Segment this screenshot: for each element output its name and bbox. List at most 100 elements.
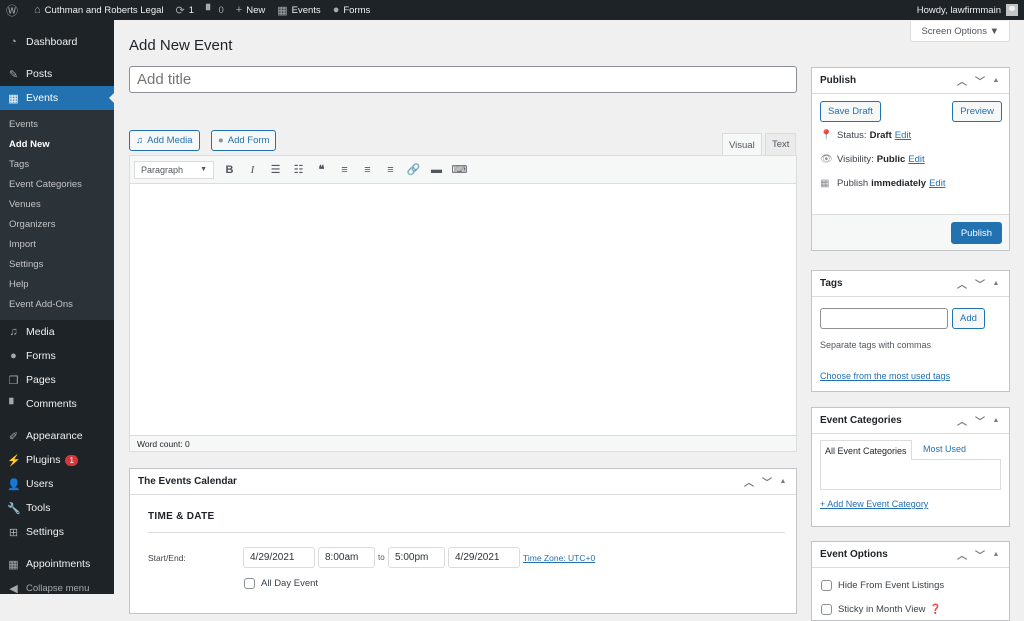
sticky-checkbox[interactable]	[821, 604, 832, 615]
align-right-button[interactable]: ≡	[379, 160, 402, 180]
sidebar-item-settings[interactable]: ⊞ Settings	[0, 520, 114, 544]
sidebar-item-media[interactable]: ♫ Media	[0, 320, 114, 344]
preview-button[interactable]: Preview	[952, 101, 1002, 122]
tab-most-used[interactable]: Most Used	[923, 444, 966, 454]
italic-button[interactable]: I	[241, 160, 264, 180]
sidebar-item-forms[interactable]: ● Forms	[0, 344, 114, 368]
collapse-toggle-icon[interactable]: ▲	[989, 77, 1003, 84]
bold-button[interactable]: B	[218, 160, 241, 180]
editor-body[interactable]	[130, 184, 796, 436]
numbered-list-button[interactable]: ☷	[287, 160, 310, 180]
site-name-menu[interactable]: ⌂ Cuthman and Roberts Legal	[28, 0, 169, 20]
submenu-tags[interactable]: Tags	[0, 154, 114, 174]
sidebar-item-tools[interactable]: 🔧 Tools	[0, 496, 114, 520]
sidebar-item-label: Tools	[26, 502, 51, 514]
sidebar-item-appointments[interactable]: ▦ Appointments	[0, 552, 114, 576]
move-down-icon[interactable]: ﹀	[971, 547, 989, 562]
events-menu[interactable]: ▦ Events	[271, 0, 326, 20]
move-up-icon[interactable]: ︿	[953, 73, 971, 88]
add-tag-button[interactable]: Add	[952, 308, 985, 329]
screen-options-button[interactable]: Screen Options ▼	[910, 21, 1010, 42]
updates-menu[interactable]: ⟳ 1	[170, 0, 201, 20]
submenu-venues[interactable]: Venues	[0, 194, 114, 214]
editor-toolbar: Paragraph ▼ B I ☰ ☷ ❝ ≡ ≡ ≡ 🔗 ▬ ⌨	[130, 156, 796, 184]
new-label: New	[246, 4, 266, 16]
all-day-event-option[interactable]: All Day Event	[244, 578, 318, 589]
sidebar-item-pages[interactable]: ❐ Pages	[0, 368, 114, 392]
add-media-button[interactable]: ♫ Add Media	[129, 130, 200, 151]
move-up-icon[interactable]: ︿	[740, 474, 758, 489]
sidebar-item-users[interactable]: 👤 Users	[0, 472, 114, 496]
end-time-input[interactable]: 5:00pm	[388, 547, 445, 568]
sidebar-item-events[interactable]: ▦ Events	[0, 86, 114, 110]
read-more-button[interactable]: ▬	[425, 160, 448, 180]
hide-from-listings-option[interactable]: Hide From Event Listings	[821, 580, 944, 591]
add-form-button[interactable]: ● Add Form	[211, 130, 277, 151]
start-time-input[interactable]: 8:00am	[318, 547, 375, 568]
sidebar-item-plugins[interactable]: ⚡ Plugins 1	[0, 448, 114, 472]
start-date-input[interactable]: 4/29/2021	[243, 547, 315, 568]
publish-button[interactable]: Publish	[950, 222, 1002, 244]
move-down-icon[interactable]: ﹀	[971, 276, 989, 291]
submenu-event-add-ons[interactable]: Event Add-Ons	[0, 294, 114, 314]
event-options-box: Event Options ︿ ﹀ ▲ Hide From Event Listin…	[811, 541, 1010, 621]
align-center-button[interactable]: ≡	[356, 160, 379, 180]
submenu-import[interactable]: Import	[0, 234, 114, 254]
new-content-menu[interactable]: + New	[230, 0, 271, 20]
move-down-icon[interactable]: ﹀	[758, 474, 776, 489]
sidebar-item-posts[interactable]: ✎ Posts	[0, 62, 114, 86]
tab-all-categories[interactable]: All Event Categories	[820, 440, 912, 460]
submenu-event-categories[interactable]: Event Categories	[0, 174, 114, 194]
collapse-toggle-icon[interactable]: ▲	[989, 280, 1003, 287]
sidebar-item-dashboard[interactable]: ◔ Dashboard	[0, 30, 114, 54]
edit-visibility-link[interactable]: Edit	[908, 154, 924, 165]
page-title: Add New Event	[129, 37, 233, 54]
most-used-tags-link[interactable]: Choose from the most used tags	[820, 371, 950, 381]
save-draft-button[interactable]: Save Draft	[820, 101, 881, 122]
submenu-settings[interactable]: Settings	[0, 254, 114, 274]
help-icon[interactable]: ❓	[929, 604, 941, 615]
move-down-icon[interactable]: ﹀	[971, 73, 989, 88]
all-day-checkbox[interactable]	[244, 578, 255, 589]
submenu-organizers[interactable]: Organizers	[0, 214, 114, 234]
collapse-menu[interactable]: ◀ Collapse menu	[0, 576, 114, 600]
move-up-icon[interactable]: ︿	[953, 413, 971, 428]
tab-visual[interactable]: Visual	[722, 133, 762, 156]
forms-menu[interactable]: ● Forms	[327, 0, 377, 20]
timezone-link[interactable]: Time Zone: UTC+0	[523, 553, 595, 563]
submenu-help[interactable]: Help	[0, 274, 114, 294]
my-account-menu[interactable]: Howdy, lawfirmmain	[917, 4, 1024, 16]
tab-text[interactable]: Text	[765, 133, 797, 155]
move-up-icon[interactable]: ︿	[953, 276, 971, 291]
end-date-input[interactable]: 4/29/2021	[448, 547, 520, 568]
sidebar-item-appearance[interactable]: ✐ Appearance	[0, 424, 114, 448]
submenu-events[interactable]: Events	[0, 114, 114, 134]
toolbar-toggle-button[interactable]: ⌨	[448, 160, 471, 180]
forms-label: Forms	[343, 4, 371, 16]
sticky-month-view-option[interactable]: Sticky in Month View ❓	[821, 604, 941, 615]
bullet-list-button[interactable]: ☰	[264, 160, 287, 180]
link-button[interactable]: 🔗	[402, 160, 425, 180]
edit-status-link[interactable]: Edit	[895, 130, 911, 141]
sidebar-item-comments[interactable]: ▘ Comments	[0, 392, 114, 416]
all-day-label: All Day Event	[261, 578, 319, 589]
hide-from-listings-checkbox[interactable]	[821, 580, 832, 591]
move-up-icon[interactable]: ︿	[953, 547, 971, 562]
blockquote-button[interactable]: ❝	[310, 160, 333, 180]
edit-schedule-link[interactable]: Edit	[929, 178, 945, 189]
tag-input[interactable]	[820, 308, 948, 329]
collapse-toggle-icon[interactable]: ▲	[989, 551, 1003, 558]
wp-logo-menu[interactable]: Ⓦ	[0, 0, 28, 20]
align-left-button[interactable]: ≡	[333, 160, 356, 180]
collapse-toggle-icon[interactable]: ▲	[776, 478, 790, 485]
add-media-label: Add Media	[147, 135, 193, 146]
comments-menu[interactable]: ▘ 0	[200, 0, 230, 20]
collapse-toggle-icon[interactable]: ▲	[989, 417, 1003, 424]
submenu-add-new[interactable]: Add New	[0, 134, 114, 154]
format-select[interactable]: Paragraph ▼	[134, 160, 214, 179]
dashboard-icon: ◔	[10, 36, 17, 48]
brush-icon: ✐	[8, 430, 19, 443]
add-new-category-link[interactable]: + Add New Event Category	[820, 499, 928, 509]
title-input[interactable]	[129, 66, 797, 93]
move-down-icon[interactable]: ﹀	[971, 413, 989, 428]
